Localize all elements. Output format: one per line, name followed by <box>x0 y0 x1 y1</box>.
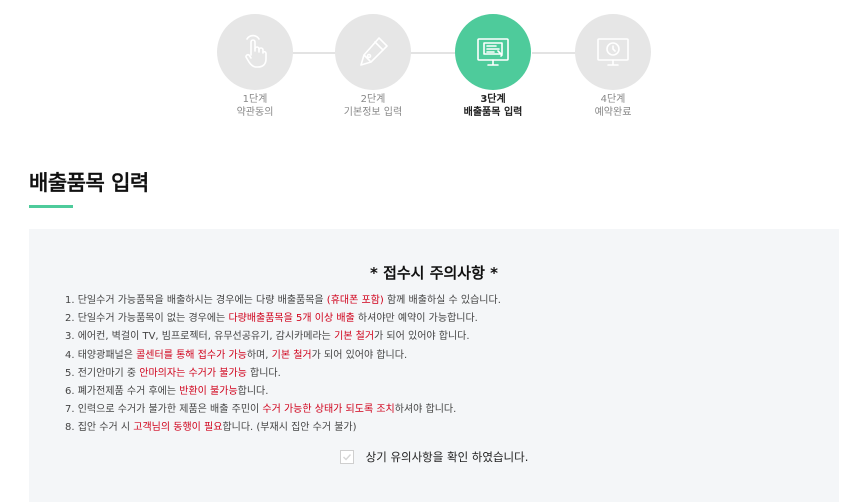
step-progress: 1단계 약관동의 2단계 기본정보 입력 3단계 배출품목 입력 4단계 예약완… <box>0 14 860 124</box>
notice-text: 하셔야만 예약이 가능합니다. <box>354 313 478 325</box>
notice-emphasis-text: 콜센터를 통해 접수가 가능 <box>136 349 247 361</box>
title-underline <box>29 205 73 208</box>
step-2: 2단계 기본정보 입력 <box>328 14 418 119</box>
notice-text: 하셔야 합니다. <box>394 404 457 416</box>
notice-text: 6. 폐가전제품 수거 후에는 <box>65 386 180 398</box>
notice-emphasis-text: 수거 가능한 상태가 되도록 조치 <box>262 404 395 416</box>
notice-text: 5. 전기안마기 중 <box>65 367 140 379</box>
notice-item: 4. 태양광패널은 콜센터를 통해 접수가 가능하며, 기본 철거가 되어 있어… <box>65 347 501 365</box>
notice-item: 7. 인력으로 수거가 불가한 제품은 배출 주민이 수거 가능한 상태가 되도… <box>65 401 501 419</box>
step-1: 1단계 약관동의 <box>210 14 300 119</box>
notice-text: 합니다. <box>246 367 281 379</box>
notice-emphasis-text: 반환이 불가능 <box>179 386 238 398</box>
step-number: 4단계 <box>600 94 626 105</box>
notice-item: 2. 단일수거 가능품목이 없는 경우에는 다량배출품목을 5개 이상 배출 하… <box>65 310 501 328</box>
confirm-label: 상기 유의사항을 확인 하였습니다. <box>365 450 529 464</box>
notice-emphasis-text: 안마의자는 수거가 불가능 <box>139 367 247 379</box>
monitor-form-icon <box>477 38 509 66</box>
notice-text: 합니다. <box>237 386 269 398</box>
confirm-checkbox[interactable] <box>339 450 354 464</box>
notice-text: 4. 태양광패널은 <box>65 349 137 361</box>
notice-item: 1. 단일수거 가능품목을 배출하시는 경우에는 다량 배출품목을 (휴대폰 포… <box>65 292 501 310</box>
notice-text: 2. 단일수거 가능품목이 없는 경우에는 <box>65 313 229 325</box>
step-label: 기본정보 입력 <box>343 107 403 118</box>
pen-icon <box>360 37 388 66</box>
notice-emphasis-text: 고객님의 동행이 필요 <box>133 422 223 434</box>
notice-text: 가 되어 있어야 합니다. <box>311 349 408 361</box>
step-4-circle <box>575 14 651 90</box>
notice-text: 함께 배출하실 수 있습니다. <box>383 295 501 306</box>
step-label: 약관동의 <box>236 107 274 118</box>
notice-text: 8. 집안 수거 시 <box>65 422 134 434</box>
monitor-clock-icon <box>597 38 629 66</box>
notice-emphasis-text: 기본 철거 <box>271 349 312 361</box>
notice-text: 7. 인력으로 수거가 불가한 제품은 배출 주민이 <box>65 404 263 416</box>
step-3-circle <box>455 14 531 90</box>
notice-list: 1. 단일수거 가능품목을 배출하시는 경우에는 다량 배출품목을 (휴대폰 포… <box>65 292 501 438</box>
step-label: 예약완료 <box>594 107 632 118</box>
step-1-circle <box>217 14 293 90</box>
check-icon <box>342 454 351 461</box>
notice-text: 가 되어 있어야 합니다. <box>374 331 470 343</box>
step-3: 3단계 배출품목 입력 <box>448 14 538 119</box>
notice-emphasis-text: (휴대폰 포함) <box>326 295 384 306</box>
notice-emphasis-text: 다량배출품목을 5개 이상 배출 <box>228 313 355 325</box>
hand-pointer-icon <box>245 34 267 68</box>
notice-emphasis-text: 기본 철거 <box>334 331 375 343</box>
notice-box: * 접수시 주의사항 * 1. 단일수거 가능품목을 배출하시는 경우에는 다량… <box>29 229 839 502</box>
notice-text: 3. 에어컨, 벽걸이 TV, 빔프로젝터, 유무선공유기, 감시카메라는 <box>65 331 335 343</box>
step-4: 4단계 예약완료 <box>568 14 658 119</box>
step-2-circle <box>335 14 411 90</box>
notice-item: 6. 폐가전제품 수거 후에는 반환이 불가능합니다. <box>65 383 501 401</box>
step-label: 배출품목 입력 <box>463 107 523 118</box>
step-number: 1단계 <box>242 94 268 105</box>
notice-text: 하며, <box>246 349 272 361</box>
notice-item: 5. 전기안마기 중 안마의자는 수거가 불가능 합니다. <box>65 365 501 383</box>
notice-item: 3. 에어컨, 벽걸이 TV, 빔프로젝터, 유무선공유기, 감시카메라는 기본… <box>65 328 501 346</box>
notice-item: 8. 집안 수거 시 고객님의 동행이 필요합니다. (부재시 집안 수거 불가… <box>65 419 501 437</box>
confirm-checkbox-row[interactable]: 상기 유의사항을 확인 하였습니다. <box>29 449 839 465</box>
notice-title: * 접수시 주의사항 * <box>370 264 498 282</box>
page-title: 배출품목 입력 <box>29 171 149 195</box>
step-number: 3단계 <box>480 94 506 105</box>
notice-text: 1. 단일수거 가능품목을 배출하시는 경우에는 다량 배출품목을 <box>65 295 327 306</box>
notice-text: 합니다. (부재시 집안 수거 불가) <box>222 422 357 434</box>
step-number: 2단계 <box>360 94 386 105</box>
